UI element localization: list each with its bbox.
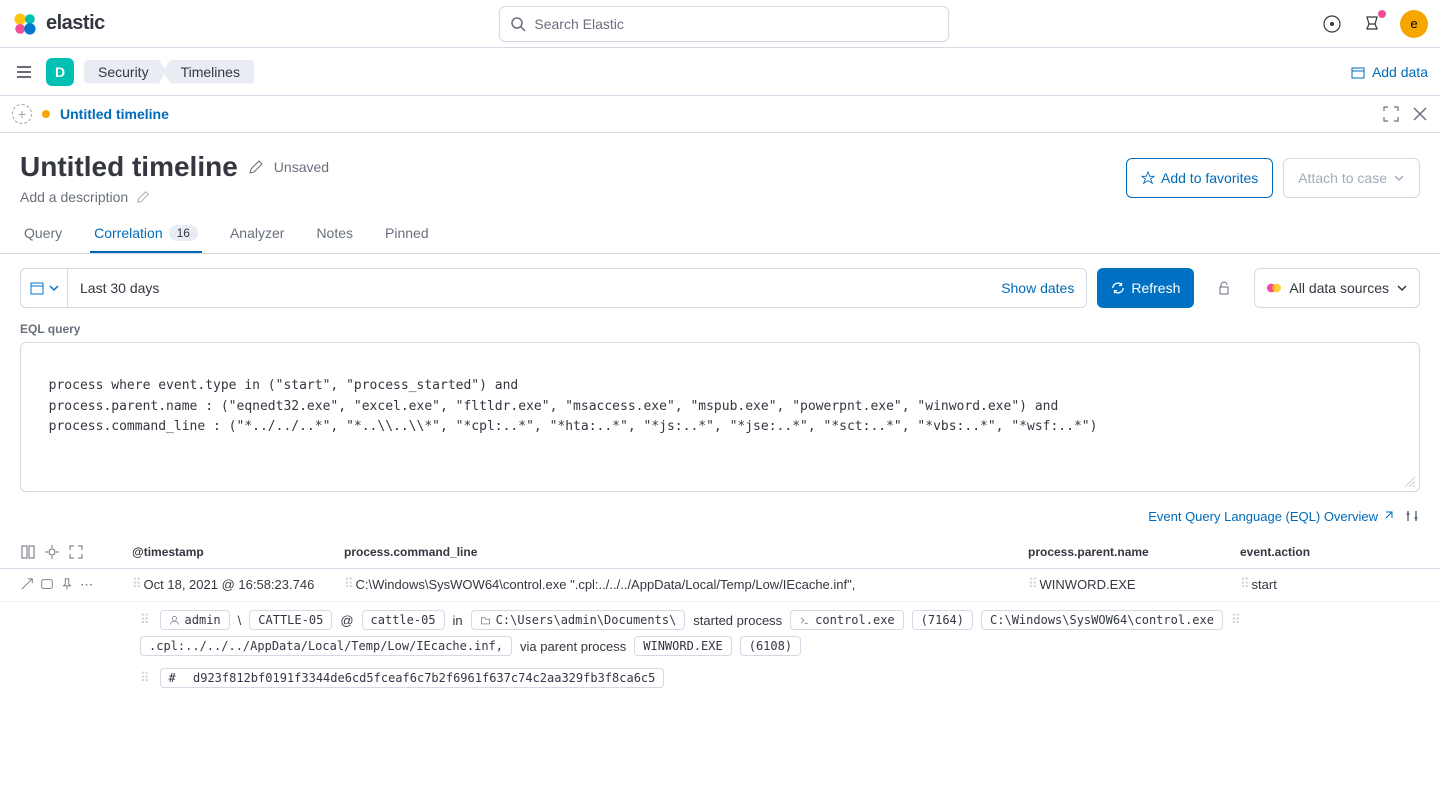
drag-handle-icon[interactable]: ⠿ — [1028, 577, 1036, 592]
settings-icon[interactable] — [1404, 508, 1420, 524]
event-detail-renderer: ⠿ admin \ CATTLE-05 @ cattle-05 in C:\Us… — [0, 602, 1440, 700]
refresh-button[interactable]: Refresh — [1097, 268, 1194, 308]
cell-cmd: C:\Windows\SysWOW64\control.exe ".cpl:..… — [356, 577, 856, 592]
nav-toggle-icon[interactable] — [12, 60, 36, 84]
fullscreen-icon[interactable] — [68, 544, 84, 560]
external-link-icon — [1382, 510, 1394, 522]
date-range-text: Last 30 days — [68, 280, 989, 296]
col-header-timestamp[interactable]: @timestamp — [132, 545, 332, 559]
drag-handle-icon[interactable]: ⠿ — [1231, 613, 1239, 628]
new-timeline-button[interactable]: + — [12, 104, 32, 124]
search-placeholder: Search Elastic — [534, 16, 623, 32]
process-name-pill[interactable]: control.exe — [790, 610, 903, 630]
hostname-pill[interactable]: cattle-05 — [362, 610, 445, 630]
edit-title-icon[interactable] — [248, 159, 264, 175]
breadcrumb-timelines[interactable]: Timelines — [163, 60, 254, 84]
console-icon — [799, 615, 810, 626]
fields-icon[interactable] — [20, 544, 36, 560]
pid-pill[interactable]: (7164) — [912, 610, 973, 630]
show-dates-button[interactable]: Show dates — [989, 280, 1086, 296]
elastic-wordmark: elastic — [46, 12, 105, 35]
tab-pinned[interactable]: Pinned — [381, 213, 433, 253]
col-header-cmd[interactable]: process.command_line — [344, 545, 1016, 559]
attach-to-case-button: Attach to case — [1283, 158, 1420, 198]
hash-icon: # — [169, 671, 176, 685]
notification-dot-icon — [1378, 10, 1386, 18]
search-icon — [510, 16, 526, 32]
chevron-down-icon — [49, 283, 59, 293]
calendar-icon — [29, 280, 45, 296]
eql-label: EQL query — [0, 322, 1440, 336]
add-to-favorites-button[interactable]: Add to favorites — [1126, 158, 1273, 198]
eql-query-input[interactable]: process where event.type in ("start", "p… — [20, 342, 1420, 492]
table-row: ⋯ ⠿ Oct 18, 2021 @ 16:58:23.746 ⠿ C:\Windo… — [0, 569, 1440, 602]
drag-handle-icon[interactable]: ⠿ — [132, 577, 140, 592]
newsfeed-icon[interactable] — [1360, 12, 1384, 36]
tab-correlation[interactable]: Correlation16 — [90, 213, 202, 253]
edit-description-icon[interactable] — [136, 190, 150, 204]
drag-handle-icon[interactable]: ⠿ — [344, 577, 352, 592]
unsaved-dot-icon — [42, 110, 50, 118]
cell-timestamp: Oct 18, 2021 @ 16:58:23.746 — [144, 577, 315, 592]
tab-notes[interactable]: Notes — [312, 213, 357, 253]
app-badge[interactable]: D — [46, 58, 74, 86]
user-pill[interactable]: admin — [160, 610, 230, 630]
search-input[interactable]: Search Elastic — [499, 6, 949, 42]
sources-icon — [1267, 281, 1281, 295]
expand-icon[interactable] — [20, 577, 34, 591]
col-header-action[interactable]: event.action — [1240, 545, 1420, 559]
note-icon[interactable] — [40, 577, 54, 591]
unsaved-label: Unsaved — [274, 159, 329, 175]
drag-handle-icon[interactable]: ⠿ — [140, 613, 148, 628]
chevron-down-icon — [1393, 172, 1405, 184]
hash-pill[interactable]: # d923f812bf0191f3344de6cd5fceaf6c7b2f69… — [160, 668, 665, 688]
drag-handle-icon[interactable]: ⠿ — [1240, 577, 1248, 592]
breadcrumb-security[interactable]: Security — [84, 60, 167, 84]
package-icon — [1350, 64, 1366, 80]
drag-handle-icon[interactable]: ⠿ — [140, 671, 148, 686]
gear-icon[interactable] — [44, 544, 60, 560]
timeline-tab-title[interactable]: Untitled timeline — [60, 106, 169, 122]
refresh-icon — [1111, 281, 1125, 295]
cell-parent: WINWORD.EXE — [1040, 577, 1136, 592]
correlation-count-badge: 16 — [169, 225, 198, 241]
close-icon[interactable] — [1412, 106, 1428, 122]
lock-icon[interactable] — [1204, 268, 1244, 308]
cell-action: start — [1252, 577, 1277, 592]
breadcrumb: Security Timelines — [84, 60, 254, 84]
help-icon[interactable] — [1320, 12, 1344, 36]
exit-fullscreen-icon[interactable] — [1382, 105, 1400, 123]
star-icon — [1141, 171, 1155, 185]
parent-pid-pill[interactable]: (6108) — [740, 636, 801, 656]
more-actions-icon[interactable]: ⋯ — [80, 577, 93, 593]
pin-icon[interactable] — [60, 577, 74, 591]
chevron-down-icon — [1397, 283, 1407, 293]
host-pill[interactable]: CATTLE-05 — [249, 610, 332, 630]
resize-handle-icon[interactable] — [1403, 475, 1415, 487]
eql-overview-link[interactable]: Event Query Language (EQL) Overview — [1148, 509, 1394, 524]
page-title: Untitled timeline — [20, 151, 238, 183]
elastic-logo[interactable]: elastic — [12, 11, 105, 37]
date-picker-button[interactable] — [21, 269, 68, 307]
process-args-pill[interactable]: .cpl:../../../AppData/Local/Temp/Low/IEc… — [140, 636, 512, 656]
process-path-pill[interactable]: C:\Windows\SysWOW64\control.exe — [981, 610, 1223, 630]
parent-process-pill[interactable]: WINWORD.EXE — [634, 636, 731, 656]
user-avatar[interactable]: e — [1400, 10, 1428, 38]
cwd-pill[interactable]: C:\Users\admin\Documents\ — [471, 610, 686, 630]
description-placeholder[interactable]: Add a description — [20, 189, 128, 205]
elastic-mark-icon — [12, 11, 38, 37]
data-sources-button[interactable]: All data sources — [1254, 268, 1420, 308]
add-data-link[interactable]: Add data — [1350, 64, 1428, 80]
user-icon — [169, 615, 180, 626]
col-header-parent[interactable]: process.parent.name — [1028, 545, 1228, 559]
tab-query[interactable]: Query — [20, 213, 66, 253]
tab-analyzer[interactable]: Analyzer — [226, 213, 288, 253]
folder-icon — [480, 615, 491, 626]
